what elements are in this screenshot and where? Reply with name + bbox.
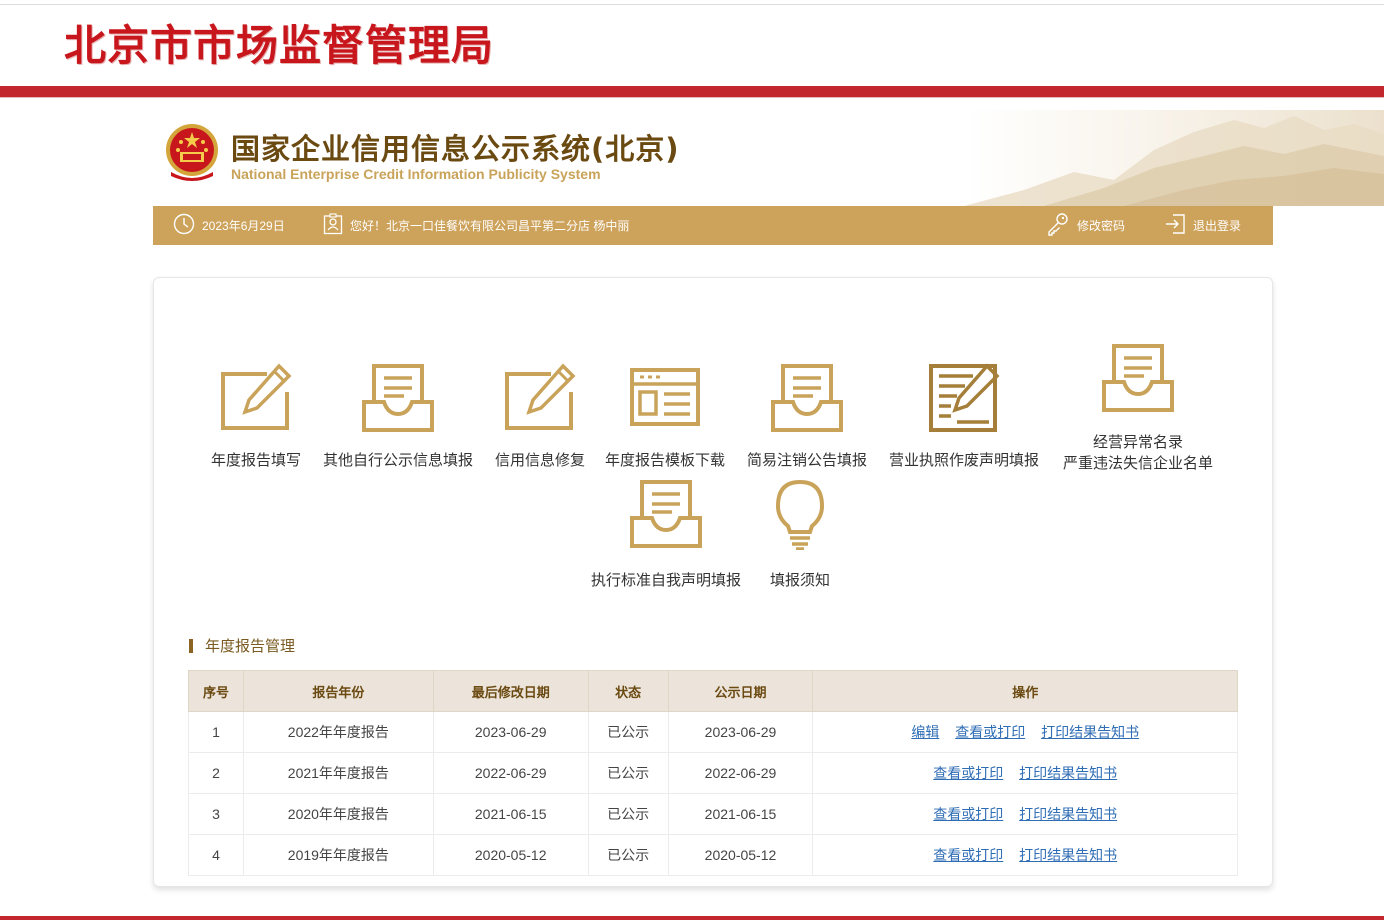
cell-actions: 查看或打印 打印结果告知书 bbox=[812, 834, 1238, 876]
table-header-row: 序号 报告年份 最后修改日期 状态 公示日期 操作 bbox=[188, 670, 1238, 712]
cell-last-modified: 2020-05-12 bbox=[432, 834, 589, 876]
column-header-no: 序号 bbox=[188, 670, 244, 712]
annual-report-fill-button[interactable]: 年度报告填写 bbox=[205, 362, 307, 471]
cell-actions: 编辑 查看或打印 打印结果告知书 bbox=[812, 711, 1238, 753]
standard-self-declaration-button[interactable]: 执行标准自我声明填报 bbox=[584, 478, 748, 591]
document-tray-icon bbox=[1102, 344, 1174, 412]
column-header-status: 状态 bbox=[587, 670, 669, 712]
user-info-bar: 2023年6月29日 您好！北京一口佳餐饮有限公司昌平第二分店 杨中丽 修改密码… bbox=[153, 206, 1273, 245]
document-tray-icon bbox=[362, 364, 434, 432]
column-header-last-modified: 最后修改日期 bbox=[432, 670, 589, 712]
simple-deregistration-notice-button[interactable]: 简易注销公告填报 bbox=[740, 362, 874, 471]
function-label: 年度报告填写 bbox=[210, 451, 301, 469]
other-self-disclosure-button[interactable]: 其他自行公示信息填报 bbox=[316, 362, 480, 471]
document-tray-icon bbox=[771, 364, 843, 432]
function-label: 经营异常名录 bbox=[1092, 433, 1183, 451]
lightbulb-icon bbox=[775, 479, 825, 550]
function-label: 填报须知 bbox=[769, 571, 830, 589]
cell-publish-date: 2020-05-12 bbox=[667, 834, 814, 876]
user-badge-icon bbox=[323, 213, 343, 238]
edit-pencil-icon bbox=[221, 363, 292, 430]
document-tray-icon bbox=[630, 480, 702, 548]
clock-icon bbox=[173, 213, 195, 238]
agency-title: 北京市市场监督管理局 bbox=[64, 21, 495, 70]
function-label: 营业执照作废声明填报 bbox=[888, 451, 1039, 469]
view-print-link[interactable]: 查看或打印 bbox=[933, 765, 1003, 781]
top-divider bbox=[0, 4, 1384, 5]
cell-last-modified: 2023-06-29 bbox=[432, 711, 589, 753]
key-icon bbox=[1046, 212, 1070, 239]
cell-publish-date: 2022-06-29 bbox=[667, 752, 814, 794]
header-red-band-shadow bbox=[0, 97, 1384, 98]
edit-pencil-icon bbox=[505, 363, 576, 430]
view-print-link[interactable]: 查看或打印 bbox=[933, 806, 1003, 822]
cell-status: 已公示 bbox=[587, 793, 669, 835]
function-label: 执行标准自我声明填报 bbox=[590, 571, 741, 589]
annual-report-table: 序号 报告年份 最后修改日期 状态 公示日期 操作 1 2022年年度报告 20… bbox=[188, 670, 1238, 876]
system-title-cn: 国家企业信用信息公示系统(北京) bbox=[231, 132, 680, 166]
cell-publish-date: 2023-06-29 bbox=[667, 711, 814, 753]
logout-button[interactable]: 退出登录 bbox=[1164, 206, 1241, 245]
user-greeting: 您好！北京一口佳餐饮有限公司昌平第二分店 杨中丽 bbox=[323, 206, 629, 245]
license-void-statement-button[interactable]: 营业执照作废声明填报 bbox=[882, 362, 1046, 471]
cell-no: 4 bbox=[188, 834, 244, 876]
print-result-notice-link[interactable]: 打印结果告知书 bbox=[1041, 724, 1139, 740]
cell-report-year: 2021年年度报告 bbox=[242, 752, 434, 794]
cell-publish-date: 2021-06-15 bbox=[667, 793, 814, 835]
table-row: 3 2020年年度报告 2021-06-15 已公示 2021-06-15 查看… bbox=[188, 793, 1238, 835]
template-layout-icon bbox=[630, 368, 700, 426]
cell-report-year: 2019年年度报告 bbox=[242, 834, 434, 876]
greeting-text: 您好！北京一口佳餐饮有限公司昌平第二分店 杨中丽 bbox=[350, 219, 630, 233]
section-title-annual-report-management: 年度报告管理 bbox=[189, 636, 295, 656]
column-header-publish-date: 公示日期 bbox=[667, 670, 814, 712]
cell-report-year: 2020年年度报告 bbox=[242, 793, 434, 835]
cell-actions: 查看或打印 打印结果告知书 bbox=[812, 793, 1238, 835]
system-title-en: National Enterprise Credit Information P… bbox=[231, 166, 601, 182]
table-row: 1 2022年年度报告 2023-06-29 已公示 2023-06-29 编辑… bbox=[188, 711, 1238, 753]
function-label-secondary: 严重违法失信企业名单 bbox=[1062, 454, 1213, 472]
function-label: 信用信息修复 bbox=[494, 451, 585, 469]
print-result-notice-link[interactable]: 打印结果告知书 bbox=[1019, 847, 1117, 863]
function-label: 其他自行公示信息填报 bbox=[322, 451, 473, 469]
cell-no: 3 bbox=[188, 793, 244, 835]
print-result-notice-link[interactable]: 打印结果告知书 bbox=[1019, 806, 1117, 822]
footer-red-line bbox=[0, 916, 1384, 920]
date-text: 2023年6月29日 bbox=[202, 219, 285, 233]
annual-report-template-download-button[interactable]: 年度报告模板下载 bbox=[598, 362, 732, 471]
header-red-band bbox=[0, 86, 1384, 97]
cell-report-year: 2022年年度报告 bbox=[242, 711, 434, 753]
edit-link[interactable]: 编辑 bbox=[911, 724, 939, 740]
view-print-link[interactable]: 查看或打印 bbox=[933, 847, 1003, 863]
table-row: 2 2021年年度报告 2022-06-29 已公示 2022-06-29 查看… bbox=[188, 752, 1238, 794]
document-edit-icon bbox=[929, 363, 1000, 432]
logout-label: 退出登录 bbox=[1193, 219, 1242, 233]
mountain-illustration bbox=[964, 110, 1384, 206]
cell-last-modified: 2021-06-15 bbox=[432, 793, 589, 835]
table-row: 4 2019年年度报告 2020-05-12 已公示 2020-05-12 查看… bbox=[188, 834, 1238, 876]
function-label: 年度报告模板下载 bbox=[604, 451, 725, 469]
date-display: 2023年6月29日 bbox=[173, 206, 285, 245]
cell-status: 已公示 bbox=[587, 834, 669, 876]
cell-no: 2 bbox=[188, 752, 244, 794]
logout-icon bbox=[1164, 213, 1186, 238]
cell-actions: 查看或打印 打印结果告知书 bbox=[812, 752, 1238, 794]
cell-no: 1 bbox=[188, 711, 244, 753]
print-result-notice-link[interactable]: 打印结果告知书 bbox=[1019, 765, 1117, 781]
cell-status: 已公示 bbox=[587, 711, 669, 753]
national-emblem-icon bbox=[163, 120, 221, 184]
column-header-actions: 操作 bbox=[812, 670, 1238, 712]
change-password-label: 修改密码 bbox=[1077, 219, 1126, 233]
filing-notice-button[interactable]: 填报须知 bbox=[760, 478, 840, 591]
cell-status: 已公示 bbox=[587, 752, 669, 794]
cell-last-modified: 2022-06-29 bbox=[432, 752, 589, 794]
system-banner: 国家企业信用信息公示系统(北京) National Enterprise Cre… bbox=[153, 110, 1384, 206]
view-print-link[interactable]: 查看或打印 bbox=[955, 724, 1025, 740]
column-header-report-year: 报告年份 bbox=[242, 670, 434, 712]
abnormal-operation-list-button[interactable]: 经营异常名录 严重违法失信企业名单 bbox=[1056, 342, 1220, 474]
function-label: 简易注销公告填报 bbox=[746, 451, 867, 469]
change-password-button[interactable]: 修改密码 bbox=[1046, 206, 1125, 245]
credit-repair-button[interactable]: 信用信息修复 bbox=[489, 362, 591, 471]
